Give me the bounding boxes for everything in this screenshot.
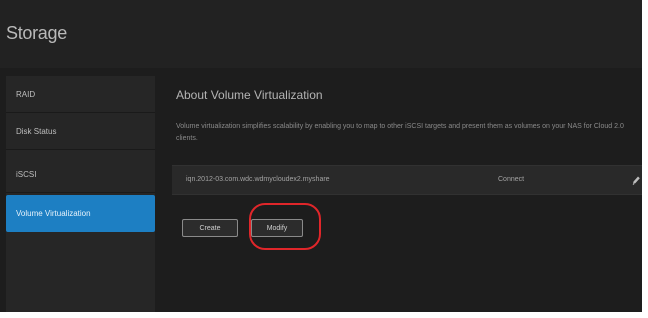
page-title: Storage: [6, 23, 67, 43]
description-text: Volume virtualization simplifies scalabi…: [176, 123, 624, 142]
sidebar-item-volume-virtualization[interactable]: Volume Virtualization: [6, 195, 155, 232]
section-title: About Volume Virtualization: [176, 88, 323, 102]
modify-button[interactable]: Modify: [251, 219, 303, 237]
sidebar: RAID Disk Status iSCSI Volume Virtualiza…: [6, 76, 155, 312]
sidebar-item-iscsi[interactable]: iSCSI: [6, 156, 155, 193]
create-button[interactable]: Create: [182, 219, 238, 237]
app-window: Storage RAID Disk Status iSCSI Volume Vi…: [0, 0, 642, 312]
status-cell: Connect: [498, 176, 525, 183]
sidebar-item-label: RAID: [16, 89, 36, 99]
table-row[interactable]: iqn.2012-03.com.wdc.wdmycloudex2.myshare…: [172, 165, 642, 195]
sidebar-item-label: Volume Virtualization: [16, 209, 91, 218]
target-name-cell: iqn.2012-03.com.wdc.wdmycloudex2.myshare: [186, 176, 330, 183]
sidebar-item-label: Disk Status: [16, 126, 57, 136]
main-content: About Volume Virtualization Volume virtu…: [155, 68, 642, 312]
header: Storage: [0, 0, 642, 68]
sidebar-item-label: iSCSI: [16, 169, 37, 179]
pencil-icon[interactable]: [631, 174, 641, 186]
sidebar-item-disk-status[interactable]: Disk Status: [6, 113, 155, 150]
sidebar-item-raid[interactable]: RAID: [6, 76, 155, 113]
